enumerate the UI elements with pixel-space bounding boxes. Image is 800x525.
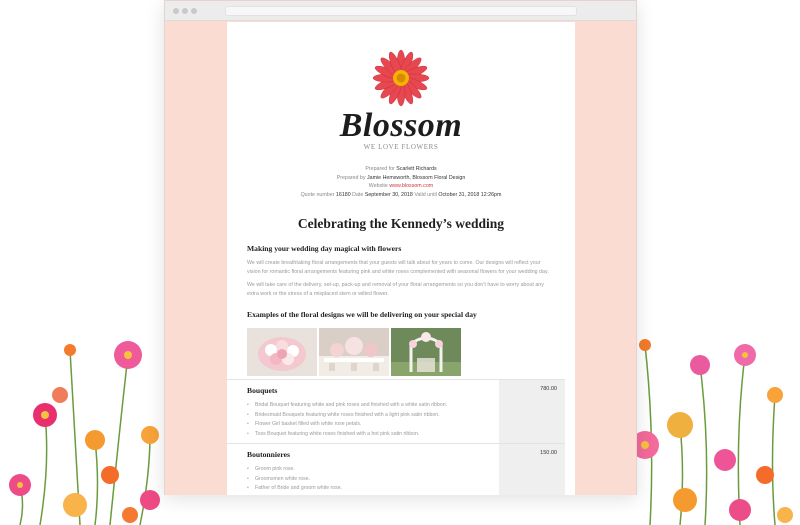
table-centerpiece-photo[interactable] [319, 328, 389, 377]
list-item: Groomsmen white rose. [247, 475, 499, 485]
window-dot-icon [182, 8, 188, 14]
logo-flower-icon [372, 49, 430, 107]
brand-name: Blossom [339, 107, 463, 144]
floral-gallery [247, 328, 555, 377]
intro-section: Making your wedding day magical with flo… [227, 244, 575, 377]
proposal-meta: Prepared for Scarlett Richards Prepared … [227, 165, 575, 199]
bouquet-photo[interactable] [247, 328, 317, 377]
address-bar[interactable] [225, 6, 577, 16]
window-dot-icon [191, 8, 197, 14]
list-item: Flower Girl basket filled with white ros… [247, 420, 499, 430]
decorative-flowers-left [9, 341, 160, 525]
valid-until-value: October 31, 2018 12:26pm [438, 191, 502, 198]
date-label: Date [352, 191, 364, 198]
date-value: September 30, 2018 [364, 191, 413, 198]
prepared-by-value: Jamie Hemsworth, Blossom Floral Design [367, 174, 466, 181]
pricing-row-title: Boutonnieres [247, 450, 290, 459]
pricing-row: Boutonnieres Groom pink rose. Groomsmen … [227, 443, 565, 495]
section-heading-examples: Examples of the floral designs we will b… [247, 310, 477, 320]
intro-paragraph-2: We will take care of the delivery, set-u… [247, 282, 544, 297]
valid-until-label: Valid until [414, 191, 437, 198]
brand-tagline: WE LOVE FLOWERS [363, 143, 439, 151]
prepared-by-label: Prepared by [336, 174, 366, 181]
pricing-row-price: 150.00 [499, 444, 565, 495]
brand-logo: Blossom WE LOVE FLOWERS [227, 22, 575, 151]
browser-window: Blossom WE LOVE FLOWERS Prepared for Sca… [164, 0, 637, 495]
proposal-title: Celebrating the Kennedy’s wedding [297, 216, 505, 231]
window-dot-icon [173, 8, 179, 14]
quote-number-label: Quote number [300, 191, 335, 198]
proposal-document: Blossom WE LOVE FLOWERS Prepared for Sca… [227, 22, 575, 495]
pricing-table: Bouquets Bridal Bouquet featuring white … [227, 379, 565, 495]
section-heading-magical: Making your wedding day magical with flo… [247, 244, 402, 253]
list-item: Bridesmaid Bouquets featuring white rose… [247, 411, 499, 421]
list-item: Toss Bouquet featuring white roses finis… [247, 430, 499, 440]
website-label: Website [368, 183, 388, 189]
quote-number-value: 16180 [335, 191, 351, 198]
list-item: Groom pink rose. [247, 465, 499, 475]
pricing-row-title: Bouquets [247, 386, 278, 395]
browser-chrome [165, 1, 636, 21]
prepared-for-value: Scarlett Richards [396, 166, 437, 172]
list-item: Father of Bride and groom white rose. [247, 484, 499, 494]
intro-paragraph-1: We will create breathtaking floral arran… [247, 260, 549, 275]
prepared-for-label: Prepared for [365, 166, 395, 172]
pricing-row: Bouquets Bridal Bouquet featuring white … [227, 379, 565, 443]
decorative-flowers-right [631, 339, 793, 525]
pricing-row-price: 780.00 [499, 380, 565, 443]
list-item: Bridal Bouquet featuring white and pink … [247, 401, 499, 411]
floral-arch-photo[interactable] [391, 328, 461, 377]
website-link[interactable]: www.blossom.com [389, 183, 433, 189]
